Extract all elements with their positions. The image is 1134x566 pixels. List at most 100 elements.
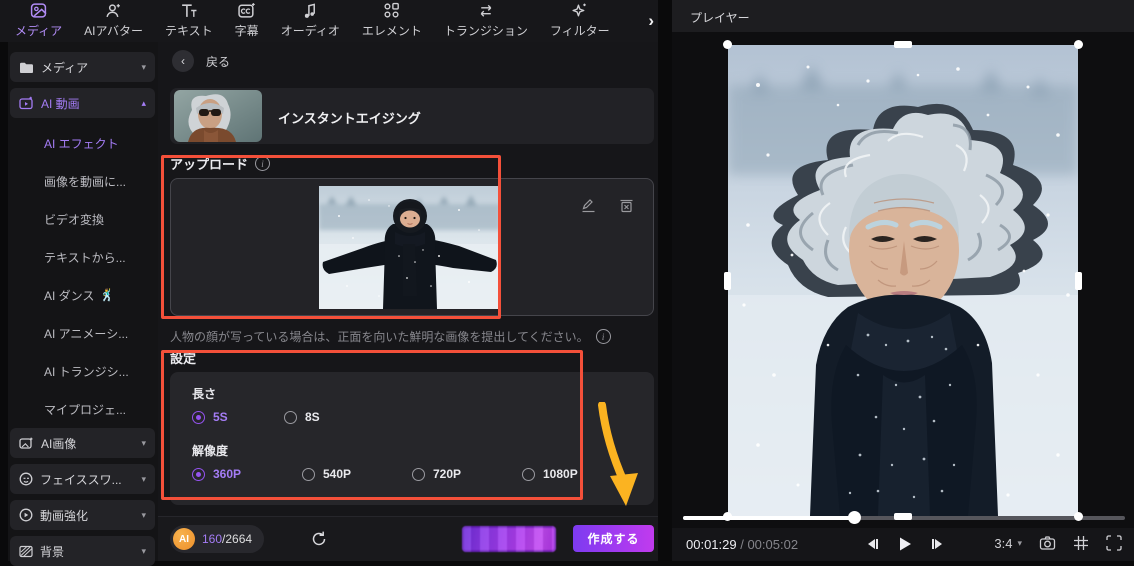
sidebar-group-media[interactable]: メディア ▾: [10, 52, 155, 82]
resolution-label: 解像度: [192, 444, 229, 458]
sidebar-item-my-projects[interactable]: マイプロジェ...: [10, 390, 155, 428]
sidebar-item-text-to[interactable]: テキストから...: [10, 238, 155, 276]
media-icon: [30, 3, 47, 19]
player-header: プレイヤー: [672, 0, 1134, 32]
upload-dropzone[interactable]: [170, 178, 654, 316]
transport-controls: [864, 535, 946, 553]
radio-icon: [302, 467, 315, 481]
sidebar-item-ai-effect[interactable]: AI エフェクト: [10, 124, 155, 162]
resize-handle-bottom-right[interactable]: [1074, 512, 1083, 521]
main-panel: ‹ 戻る インスタントエイジング アップロード i 人物の顔が写っている場合は、…: [158, 42, 658, 561]
sidebar-group-label: 背景: [40, 544, 65, 559]
sidebar-item-ai-transition[interactable]: AI トランジシ...: [10, 352, 155, 390]
sidebar: メディア ▾ AI 動画 ▴ AI エフェクト 画像を動画に... ビデオ変換 …: [8, 42, 158, 566]
seek-handle[interactable]: [848, 511, 861, 524]
settings-section-header: 設定: [170, 348, 196, 367]
tab-transition[interactable]: トランジション: [433, 0, 539, 42]
tab-label: 字幕: [234, 24, 259, 38]
sidebar-group-label: フェイススワ...: [40, 472, 122, 487]
resize-handle-top-right[interactable]: [1074, 40, 1083, 49]
tab-text[interactable]: テキスト: [154, 0, 224, 42]
chevron-right-icon[interactable]: ›: [648, 8, 654, 34]
tab-captions[interactable]: 字幕: [224, 0, 270, 42]
player-controls-bar: 00:01:29 / 00:05:02 3:4 ▾: [672, 528, 1134, 561]
info-icon[interactable]: i: [255, 156, 271, 171]
app-window: メディア AIアバター テキスト 字幕 オーディオ エレメント トランジション: [0, 0, 1134, 566]
aspect-ratio-dropdown[interactable]: 3:4 ▾: [994, 536, 1022, 551]
sidebar-group-video-enhance[interactable]: 動画強化 ▾: [10, 500, 155, 530]
resize-handle-left-mid[interactable]: [724, 271, 731, 290]
duration-option-5s[interactable]: 5S: [192, 410, 228, 424]
face-swap-icon: [19, 472, 33, 486]
sidebar-group-ai-video[interactable]: AI 動画 ▴: [10, 88, 155, 118]
back-button[interactable]: ‹ 戻る: [172, 50, 230, 72]
delete-trash-icon[interactable]: [618, 197, 635, 214]
grid-icon[interactable]: [1073, 535, 1089, 551]
previous-frame-icon[interactable]: [864, 535, 882, 553]
tab-filter[interactable]: フィルター: [539, 0, 621, 42]
fullscreen-icon[interactable]: [1106, 535, 1122, 551]
player-canvas[interactable]: [672, 32, 1134, 528]
player-title: プレイヤー: [690, 11, 750, 25]
create-button[interactable]: 作成する: [573, 525, 654, 552]
resize-handle-bottom-left[interactable]: [723, 512, 732, 521]
radio-selected-icon: [192, 467, 205, 481]
sidebar-item-label: 画像を動画に...: [44, 174, 127, 189]
resolution-option-1080p[interactable]: 1080P: [522, 467, 578, 481]
sidebar-item-image-to-video[interactable]: 画像を動画に...: [10, 162, 155, 200]
template-title: インスタントエイジング: [278, 111, 421, 126]
edit-pencil-icon[interactable]: [580, 197, 597, 214]
radio-label: 540P: [323, 467, 352, 481]
tab-elements[interactable]: エレメント: [351, 0, 433, 42]
radio-icon: [522, 467, 535, 481]
sidebar-group-label: メディア: [41, 60, 89, 75]
preview-aged-woman-image[interactable]: [723, 40, 1083, 521]
blurred-button[interactable]: [462, 526, 556, 552]
next-frame-icon[interactable]: [928, 535, 946, 553]
ai-avatar-icon: [105, 3, 122, 19]
refresh-icon[interactable]: [310, 530, 328, 548]
seek-bar-played: [683, 516, 854, 520]
current-time: 00:01:29: [686, 537, 737, 552]
uploaded-child-photo: [319, 186, 500, 309]
sidebar-group-label: AI画像: [41, 436, 77, 451]
folder-icon: [19, 61, 34, 74]
tab-audio[interactable]: オーディオ: [270, 0, 351, 42]
sidebar-group-label: AI 動画: [41, 96, 80, 111]
tab-label: テキスト: [165, 24, 213, 38]
play-icon[interactable]: [896, 535, 914, 553]
credits-used: 160: [202, 532, 223, 546]
sidebar-item-label: ビデオ変換: [44, 212, 105, 227]
tab-ai-avatar[interactable]: AIアバター: [73, 0, 154, 42]
credits-counter: AI 160/2664: [170, 525, 265, 553]
sidebar-item-label: AI アニメーシ...: [44, 326, 129, 341]
sidebar-group-background[interactable]: 背景 ▾: [10, 536, 155, 566]
resize-handle-top-left[interactable]: [723, 40, 732, 49]
tab-media[interactable]: メディア: [4, 0, 73, 42]
sidebar-item-ai-dance[interactable]: AI ダンス 🕺: [10, 276, 155, 314]
sidebar-group-label: 動画強化: [40, 508, 89, 523]
template-card[interactable]: インスタントエイジング: [170, 88, 654, 144]
resize-handle-top-mid[interactable]: [894, 41, 912, 48]
credits-total: /2664: [222, 532, 253, 546]
tab-label: AIアバター: [84, 24, 144, 38]
radio-label: 5S: [213, 410, 228, 424]
filter-icon: [571, 3, 588, 19]
caret-up-icon: ▴: [141, 97, 146, 108]
info-icon[interactable]: i: [595, 329, 611, 344]
resolution-option-360p[interactable]: 360P: [192, 467, 241, 481]
sidebar-group-ai-image[interactable]: AI画像 ▾: [10, 428, 155, 458]
sidebar-item-label: AI エフェクト: [44, 136, 119, 151]
sidebar-group-face-swap[interactable]: フェイススワ... ▾: [10, 464, 155, 494]
sidebar-item-label: AI トランジシ...: [44, 364, 129, 379]
sidebar-item-ai-animation[interactable]: AI アニメーシ...: [10, 314, 155, 352]
template-thumbnail-image: [174, 90, 262, 142]
duration-option-8s[interactable]: 8S: [284, 410, 320, 424]
resize-handle-bottom-mid[interactable]: [894, 513, 912, 520]
sidebar-item-video-convert[interactable]: ビデオ変換: [10, 200, 155, 238]
transition-icon: [477, 3, 495, 19]
resolution-option-540p[interactable]: 540P: [302, 467, 351, 481]
snapshot-camera-icon[interactable]: [1039, 535, 1056, 551]
resize-handle-right-mid[interactable]: [1075, 271, 1082, 290]
resolution-option-720p[interactable]: 720P: [412, 467, 461, 481]
